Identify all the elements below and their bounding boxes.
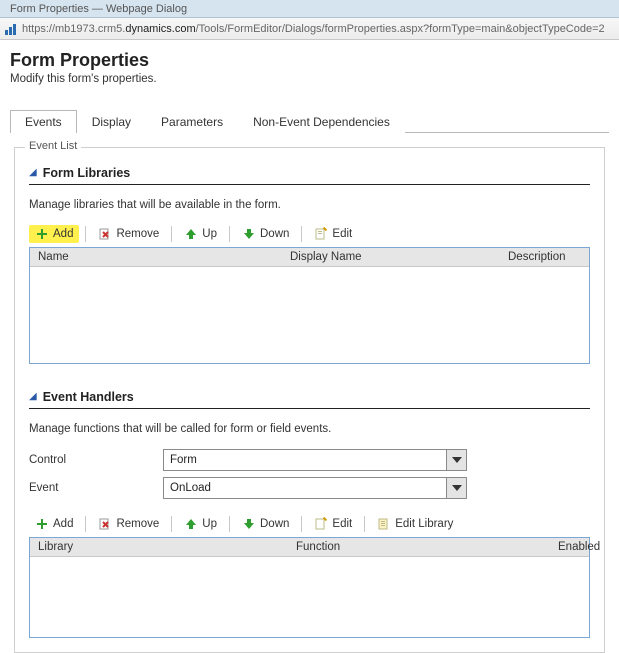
add-label: Add (53, 518, 73, 530)
toolbar-separator (229, 516, 230, 532)
up-label: Up (202, 228, 217, 240)
arrow-down-icon (242, 227, 256, 241)
url-path: /Tools/FormEditor/Dialogs/formProperties… (196, 23, 605, 35)
toolbar-separator (229, 226, 230, 242)
control-select[interactable]: Form (163, 449, 467, 471)
col-display-name[interactable]: Display Name (282, 248, 500, 266)
collapse-triangle-icon: ◢ (29, 168, 37, 178)
down-label: Down (260, 228, 289, 240)
page-title: Form Properties (10, 50, 609, 71)
edit-library-label: Edit Library (395, 518, 453, 530)
down-label: Down (260, 518, 289, 530)
event-label: Event (29, 482, 163, 494)
toolbar-separator (364, 516, 365, 532)
col-function[interactable]: Function (288, 538, 550, 556)
edit-label: Edit (332, 228, 352, 240)
tab-strip: Events Display Parameters Non-Event Depe… (10, 109, 609, 133)
remove-label: Remove (116, 518, 159, 530)
edit-library-icon (377, 517, 391, 531)
remove-icon (98, 227, 112, 241)
event-list-section: Event List ◢ Form Libraries Manage libra… (14, 147, 605, 653)
handlers-edit-button[interactable]: Edit (308, 515, 358, 533)
url-text: https://mb1973.crm5.dynamics.com/Tools/F… (22, 23, 605, 35)
event-row: Event OnLoad (29, 477, 590, 499)
window-title-bar: Form Properties — Webpage Dialog (0, 0, 619, 18)
up-label: Up (202, 518, 217, 530)
add-icon (35, 227, 49, 241)
libraries-remove-button[interactable]: Remove (92, 225, 165, 243)
libraries-add-button[interactable]: Add (29, 225, 79, 243)
tab-display[interactable]: Display (77, 110, 146, 133)
col-name[interactable]: Name (30, 248, 282, 266)
add-label: Add (53, 228, 73, 240)
handlers-down-button[interactable]: Down (236, 515, 295, 533)
handlers-edit-library-button[interactable]: Edit Library (371, 515, 459, 533)
url-host: dynamics.com (125, 23, 195, 35)
libraries-grid-header: Name Display Name Description (30, 248, 589, 267)
toolbar-separator (171, 516, 172, 532)
toolbar-separator (85, 226, 86, 242)
handlers-grid-header: Library Function Enabled (30, 538, 589, 557)
handlers-up-button[interactable]: Up (178, 515, 223, 533)
address-bar: https://mb1973.crm5.dynamics.com/Tools/F… (0, 18, 619, 40)
libraries-grid[interactable]: Name Display Name Description (29, 247, 590, 364)
libraries-up-button[interactable]: Up (178, 225, 223, 243)
remove-label: Remove (116, 228, 159, 240)
handlers-grid-body[interactable] (30, 557, 589, 637)
control-select-value: Form (170, 454, 197, 466)
event-select-value: OnLoad (170, 482, 211, 494)
section-legend: Event List (25, 140, 81, 152)
edit-label: Edit (332, 518, 352, 530)
handlers-toolbar: Add Remove Up Down (29, 515, 590, 533)
arrow-up-icon (184, 227, 198, 241)
toolbar-separator (301, 226, 302, 242)
libraries-down-button[interactable]: Down (236, 225, 295, 243)
chevron-down-icon (446, 450, 466, 470)
control-label: Control (29, 454, 163, 466)
col-enabled[interactable]: Enabled (550, 538, 608, 556)
tab-non-event-dependencies[interactable]: Non-Event Dependencies (238, 110, 405, 133)
event-handlers-header[interactable]: ◢ Event Handlers (29, 390, 590, 409)
page-content: Form Properties Modify this form's prope… (0, 40, 619, 653)
col-library[interactable]: Library (30, 538, 288, 556)
tab-events[interactable]: Events (10, 110, 77, 133)
control-row: Control Form (29, 449, 590, 471)
add-icon (35, 517, 49, 531)
dynamics-page-icon (4, 22, 18, 36)
handlers-grid[interactable]: Library Function Enabled (29, 537, 590, 638)
page-subtitle: Modify this form's properties. (10, 73, 609, 85)
url-prefix: https://mb1973.crm5. (22, 23, 125, 35)
tab-parameters[interactable]: Parameters (146, 110, 238, 133)
event-handlers-desc: Manage functions that will be called for… (29, 423, 590, 435)
arrow-down-icon (242, 517, 256, 531)
arrow-up-icon (184, 517, 198, 531)
col-description[interactable]: Description (500, 248, 589, 266)
event-select[interactable]: OnLoad (163, 477, 467, 499)
edit-icon (314, 227, 328, 241)
edit-icon (314, 517, 328, 531)
libraries-grid-body[interactable] (30, 267, 589, 363)
handlers-remove-button[interactable]: Remove (92, 515, 165, 533)
toolbar-separator (85, 516, 86, 532)
remove-icon (98, 517, 112, 531)
event-handlers-heading: Event Handlers (43, 390, 134, 404)
handlers-add-button[interactable]: Add (29, 515, 79, 533)
collapse-triangle-icon: ◢ (29, 392, 37, 402)
form-libraries-heading: Form Libraries (43, 166, 131, 180)
chevron-down-icon (446, 478, 466, 498)
toolbar-separator (171, 226, 172, 242)
toolbar-separator (301, 516, 302, 532)
form-libraries-header[interactable]: ◢ Form Libraries (29, 166, 590, 185)
libraries-edit-button[interactable]: Edit (308, 225, 358, 243)
libraries-toolbar: Add Remove Up Down (29, 225, 590, 243)
form-libraries-desc: Manage libraries that will be available … (29, 199, 590, 211)
window-title-fragment: Form Properties — Webpage Dialog (10, 3, 187, 15)
